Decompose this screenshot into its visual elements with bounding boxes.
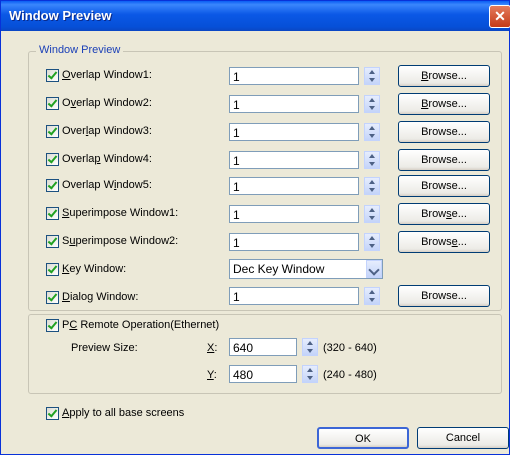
ok-button[interactable]: OK (317, 427, 409, 449)
overlap-window4-checkbox[interactable] (46, 153, 59, 166)
y-label: Y: (207, 369, 217, 381)
overlap-window5-label: Overlap Window5: (62, 179, 152, 191)
preview-width-input[interactable]: 640 (229, 338, 297, 356)
overlap-window4-label: Overlap Window4: (62, 153, 152, 165)
overlap-window3-checkbox[interactable] (46, 125, 59, 138)
key-window-select[interactable]: Dec Key Window (229, 259, 383, 279)
dialog-window-label: Dialog Window: (62, 291, 139, 303)
cancel-button[interactable]: Cancel (417, 427, 509, 449)
key-window-checkbox[interactable] (46, 263, 59, 276)
window-preview-dialog: Window Preview ✕ Window Preview Overlap … (0, 0, 510, 455)
overlap-window5-checkbox[interactable] (46, 179, 59, 192)
dialog-window-input[interactable]: 1 (229, 287, 359, 305)
superimpose-window1-checkbox[interactable] (46, 207, 59, 220)
y-range-label: (240 - 480) (323, 369, 377, 381)
superimpose-window2-input[interactable]: 1 (229, 233, 359, 251)
overlap-window3-browse-button[interactable]: Browse... (398, 121, 490, 143)
superimpose-window2-label: Superimpose Window2: (62, 235, 179, 247)
preview-size-label: Preview Size: (71, 342, 138, 354)
window-title: Window Preview (9, 8, 112, 23)
overlap-window4-input[interactable]: 1 (229, 151, 359, 169)
overlap-window3-spinner[interactable] (364, 123, 380, 141)
superimpose-window2-spinner[interactable] (364, 233, 380, 251)
dialog-window-checkbox[interactable] (46, 291, 59, 304)
overlap-window4-browse-button[interactable]: Browse... (398, 149, 490, 171)
overlap-window5-spinner[interactable] (364, 177, 380, 195)
dialog-window-browse-button[interactable]: Browse... (398, 285, 490, 307)
overlap-window5-input[interactable]: 1 (229, 177, 359, 195)
overlap-window2-input[interactable]: 1 (229, 95, 359, 113)
overlap-window1-spinner[interactable] (364, 67, 380, 85)
preview-height-input[interactable]: 480 (229, 365, 297, 383)
overlap-window3-input[interactable]: 1 (229, 123, 359, 141)
apply-all-checkbox[interactable] (46, 407, 59, 420)
superimpose-window1-input[interactable]: 1 (229, 205, 359, 223)
superimpose-window1-label: Superimpose Window1: (62, 207, 179, 219)
superimpose-window1-spinner[interactable] (364, 205, 380, 223)
dialog-window-spinner[interactable] (364, 287, 380, 305)
overlap-window1-input[interactable]: 1 (229, 67, 359, 85)
pc-remote-label: PC Remote Operation(Ethernet) (62, 319, 220, 331)
overlap-window5-browse-button[interactable]: Browse... (398, 175, 490, 197)
overlap-window3-label: Overlap Window3: (62, 125, 152, 137)
group-label: Window Preview (36, 44, 124, 56)
x-label: X: (207, 342, 218, 354)
superimpose-window2-browse-button[interactable]: Browse... (398, 231, 490, 253)
overlap-window2-spinner[interactable] (364, 95, 380, 113)
x-range-label: (320 - 640) (323, 342, 377, 354)
overlap-window4-spinner[interactable] (364, 151, 380, 169)
overlap-window2-browse-button[interactable]: Browse... (398, 93, 490, 115)
pc-remote-checkbox[interactable] (46, 319, 59, 332)
overlap-window2-checkbox[interactable] (46, 97, 59, 110)
preview-width-spinner[interactable] (302, 338, 318, 356)
chevron-down-icon[interactable] (366, 260, 382, 278)
overlap-window1-checkbox[interactable] (46, 69, 59, 82)
superimpose-window1-browse-button[interactable]: Browse... (398, 203, 490, 225)
apply-all-label: Apply to all base screens (62, 407, 185, 419)
close-button[interactable]: ✕ (489, 5, 510, 28)
title-bar[interactable]: Window Preview ✕ (1, 1, 510, 31)
key-window-label: Key Window: (62, 263, 127, 275)
superimpose-window2-checkbox[interactable] (46, 235, 59, 248)
overlap-window2-label: Overlap Window2: (62, 97, 152, 109)
overlap-window1-label: Overlap Window1: (62, 69, 152, 81)
overlap-window1-browse-button[interactable]: Browse... (398, 65, 490, 87)
preview-height-spinner[interactable] (302, 365, 318, 383)
